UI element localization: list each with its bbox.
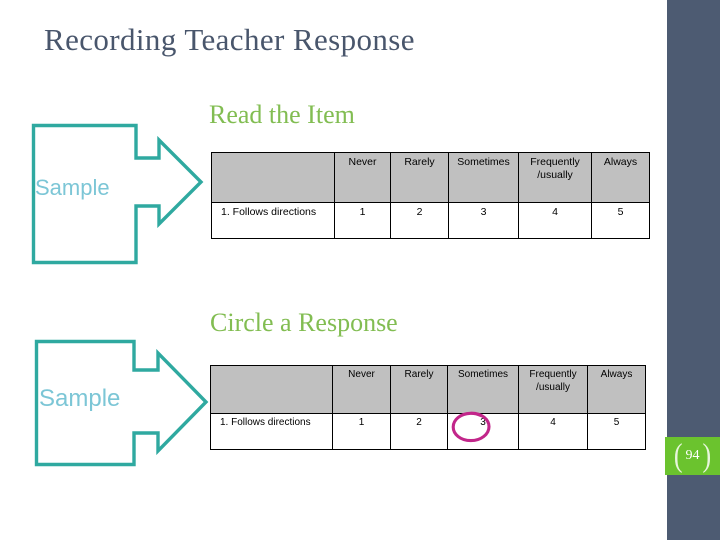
column-header-frequently-line1: Frequently — [529, 369, 577, 380]
cell-item-name: 1. Follows directions — [211, 202, 335, 239]
left-parenthesis-decoration: ( — [673, 437, 683, 474]
cell-rarely-value[interactable]: 2 — [390, 413, 448, 450]
cell-item-name: 1. Follows directions — [210, 413, 333, 450]
sample-callout-arrow-1: Sample — [31, 123, 204, 265]
column-header-always: Always — [587, 365, 646, 414]
column-header-never: Never — [332, 365, 391, 414]
rating-table-circle-a-response: Never Rarely Sometimes Frequently /usual… — [210, 365, 646, 450]
column-header-never: Never — [334, 152, 391, 203]
column-header-item — [210, 365, 333, 414]
column-header-always: Always — [591, 152, 650, 203]
column-header-frequently-usually: Frequently /usually — [518, 365, 588, 414]
sample-callout-arrow-2: Sample — [34, 339, 211, 467]
rating-table-read-the-item: Never Rarely Sometimes Frequently /usual… — [211, 152, 650, 239]
cell-sometimes-value[interactable]: 3 — [447, 413, 519, 450]
table-row: 1. Follows directions 1 2 3 4 5 — [211, 202, 650, 239]
cell-never-value[interactable]: 1 — [334, 202, 391, 239]
column-header-frequently-line2: /usually — [537, 169, 573, 182]
column-header-sometimes: Sometimes — [447, 365, 519, 414]
section-heading-read-the-item: Read the Item — [209, 100, 355, 129]
slide-title: Recording Teacher Response — [44, 22, 415, 57]
right-parenthesis-decoration: ) — [702, 437, 712, 474]
page-number-label: 94 — [685, 448, 700, 463]
table-header-row: Never Rarely Sometimes Frequently /usual… — [211, 152, 650, 203]
column-header-rarely: Rarely — [390, 152, 449, 203]
cell-always-value[interactable]: 5 — [591, 202, 650, 239]
cell-frequently-value[interactable]: 4 — [518, 202, 592, 239]
column-header-frequently-line1: Frequently — [530, 156, 580, 168]
cell-always-value[interactable]: 5 — [587, 413, 646, 450]
column-header-frequently-line2: /usually — [536, 381, 570, 393]
cell-sometimes-value[interactable]: 3 — [448, 202, 519, 239]
section-heading-circle-a-response: Circle a Response — [210, 308, 398, 337]
cell-frequently-value[interactable]: 4 — [518, 413, 588, 450]
column-header-sometimes: Sometimes — [448, 152, 519, 203]
column-header-item — [211, 152, 335, 203]
cell-never-value[interactable]: 1 — [332, 413, 391, 450]
cell-rarely-value[interactable]: 2 — [390, 202, 449, 239]
column-header-frequently-usually: Frequently /usually — [518, 152, 592, 203]
table-header-row: Never Rarely Sometimes Frequently /usual… — [210, 365, 646, 414]
slide-canvas: ( 94 ) Recording Teacher Response Read t… — [0, 0, 720, 540]
page-number-badge: ( 94 ) — [665, 437, 720, 475]
sample-callout-label-2: Sample — [39, 385, 121, 412]
sample-callout-label-1: Sample — [35, 175, 110, 200]
table-row: 1. Follows directions 1 2 3 4 5 — [210, 413, 646, 450]
column-header-rarely: Rarely — [390, 365, 448, 414]
